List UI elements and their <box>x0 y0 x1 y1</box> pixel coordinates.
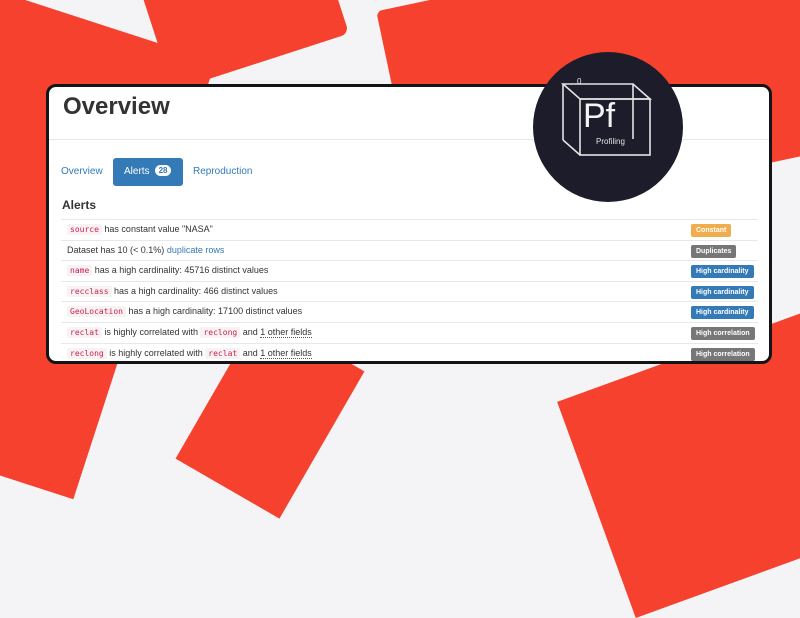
correlated-field-name[interactable]: reclat <box>205 347 241 359</box>
page-title: Overview <box>63 93 170 120</box>
alert-message: is highly correlated with <box>104 326 198 337</box>
logo-caption: Profiling <box>596 137 625 146</box>
constant-badge: Constant <box>691 224 732 237</box>
field-name[interactable]: recclass <box>67 285 112 297</box>
alert-text: Dataset has 10 (< 0.1%) duplicate rows <box>67 245 224 255</box>
high-correlation-badge: High correlation <box>691 347 755 361</box>
field-name[interactable]: reclong <box>67 347 107 359</box>
profiling-logo: 0 Pf Profiling <box>533 52 683 202</box>
tab-alerts[interactable]: Alerts 28 <box>113 158 183 186</box>
alerts-count-badge: 28 <box>154 165 172 176</box>
field-name[interactable]: reclat <box>67 326 102 338</box>
high-correlation-badge: High correlation <box>691 326 755 340</box>
alerts-heading: Alerts <box>62 198 97 212</box>
logo-symbol: Pf <box>583 97 616 135</box>
alert-message: has a high cardinality: 466 distinct val… <box>114 285 278 296</box>
other-fields-tooltip[interactable]: 1 other fields <box>260 326 312 338</box>
alert-row: source has constant value "NASA" Constan… <box>61 219 758 240</box>
tab-overview[interactable]: Overview <box>61 158 103 186</box>
alert-message: is highly correlated with <box>109 347 203 358</box>
alert-row: Dataset has 10 (< 0.1%) duplicate rows D… <box>61 239 758 261</box>
field-name[interactable]: name <box>67 265 93 277</box>
alert-connector: and <box>242 326 258 337</box>
alert-text: reclong is highly correlated with reclat… <box>67 347 312 359</box>
tab-reproduction[interactable]: Reproduction <box>193 158 252 186</box>
field-name[interactable]: source <box>67 224 102 235</box>
alert-text: source has constant value "NASA" <box>67 224 213 235</box>
high-cardinality-badge: High cardinality <box>691 285 754 299</box>
high-cardinality-badge: High cardinality <box>691 306 754 320</box>
alert-row: name has a high cardinality: 45716 disti… <box>61 260 758 281</box>
duplicates-badge: Duplicates <box>691 244 737 258</box>
other-fields-tooltip[interactable]: 1 other fields <box>260 347 312 359</box>
alert-message: has a high cardinality: 17100 distinct v… <box>128 306 303 317</box>
alert-text: name has a high cardinality: 45716 disti… <box>67 265 269 277</box>
duplicate-rows-link[interactable]: duplicate rows <box>167 245 225 255</box>
alert-message: Dataset has 10 (< 0.1%) <box>67 244 165 255</box>
alert-row: GeoLocation has a high cardinality: 1710… <box>61 301 758 322</box>
alert-text: GeoLocation has a high cardinality: 1710… <box>67 306 303 318</box>
alert-row: reclong is highly correlated with reclat… <box>61 342 758 361</box>
alert-row: reclat is highly correlated with reclong… <box>61 321 758 343</box>
correlated-field-name[interactable]: reclong <box>200 326 241 338</box>
alert-message: has a high cardinality: 45716 distinct v… <box>94 265 269 276</box>
alert-text: recclass has a high cardinality: 466 dis… <box>67 285 278 297</box>
alerts-list: source has constant value "NASA" Constan… <box>61 219 758 361</box>
pf-cube-icon: 0 Pf Profiling <box>560 77 653 156</box>
field-name[interactable]: GeoLocation <box>67 306 126 318</box>
alert-message: has constant value "NASA" <box>104 224 213 234</box>
tab-alerts-label: Alerts <box>124 166 150 177</box>
logo-number: 0 <box>577 77 582 86</box>
high-cardinality-badge: High cardinality <box>691 265 754 279</box>
alert-connector: and <box>242 347 258 358</box>
alert-row: recclass has a high cardinality: 466 dis… <box>61 280 758 302</box>
alert-text: reclat is highly correlated with reclong… <box>67 326 312 338</box>
